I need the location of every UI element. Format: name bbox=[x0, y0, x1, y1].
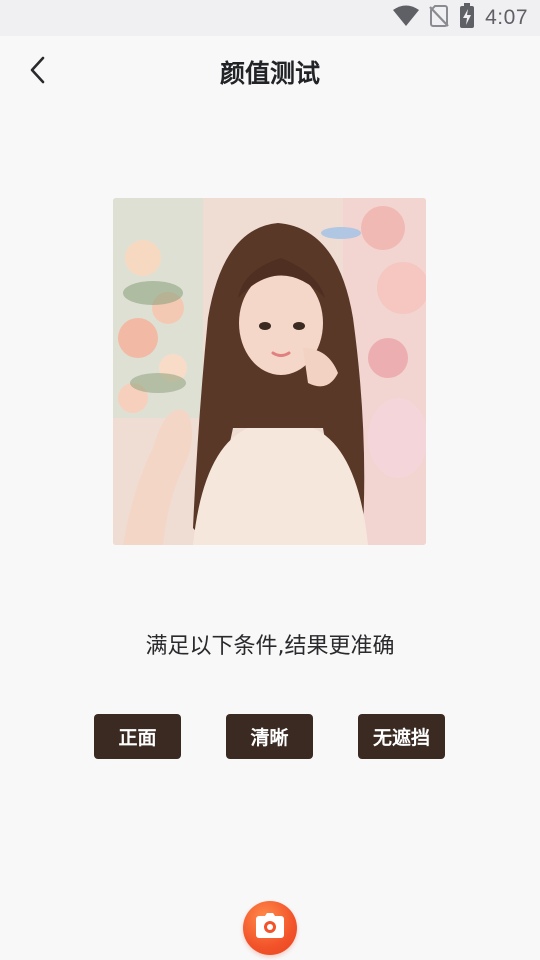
page-title: 颜值测试 bbox=[219, 59, 320, 88]
no-sim-icon bbox=[429, 4, 449, 32]
condition-tags: 正面 清晰 无遮挡 bbox=[0, 714, 540, 759]
battery-charging-icon bbox=[459, 3, 475, 33]
status-icons: 4:07 bbox=[393, 3, 528, 33]
wifi-icon bbox=[393, 5, 420, 31]
status-time: 4:07 bbox=[485, 6, 528, 29]
condition-tag-unobstructed: 无遮挡 bbox=[358, 714, 445, 759]
condition-tag-clear: 清晰 bbox=[226, 714, 313, 759]
camera-icon bbox=[255, 913, 285, 943]
status-bar: 4:07 bbox=[0, 0, 540, 36]
portrait-photo bbox=[113, 198, 426, 545]
header: 颜值测试 bbox=[0, 36, 540, 110]
camera-button[interactable] bbox=[243, 901, 297, 955]
condition-tag-front: 正面 bbox=[94, 714, 181, 759]
condition-hint: 满足以下条件,结果更准确 bbox=[145, 634, 395, 659]
